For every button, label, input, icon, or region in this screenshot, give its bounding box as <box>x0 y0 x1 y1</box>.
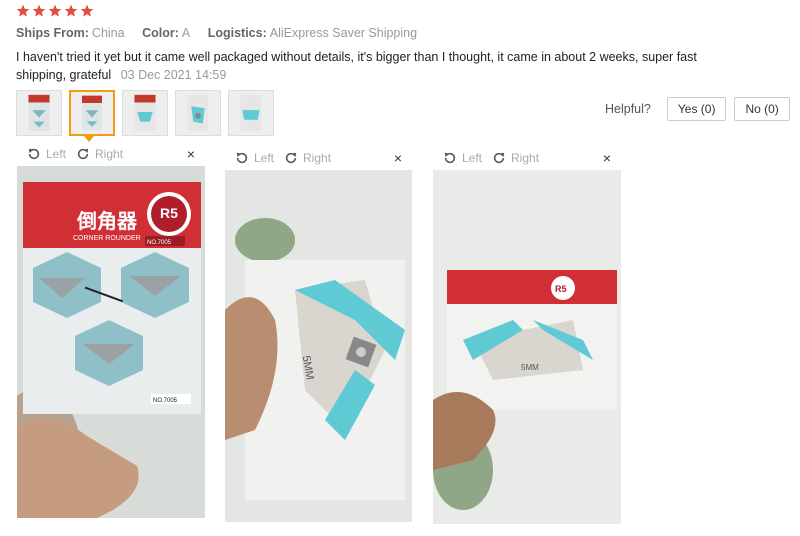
rating-stars <box>16 4 94 18</box>
image-viewer-2: Left Right × 5MM <box>225 148 412 522</box>
package-model-bottom: NO.7005 <box>153 398 178 404</box>
review-photo-2: 5MM <box>225 170 412 522</box>
thumbnail-strip <box>16 90 274 136</box>
rotate-left-button[interactable]: Left <box>27 147 66 161</box>
viewer-toolbar: Left Right × <box>225 148 412 168</box>
rotate-left-button[interactable]: Left <box>443 151 482 165</box>
image-viewer-1: Left Right × 倒角器 CORNER ROUNDER R5 NO.70… <box>17 144 205 518</box>
thumbnail-image <box>229 91 273 135</box>
thumbnail-image <box>176 91 220 135</box>
viewer-toolbar: Left Right × <box>433 148 621 168</box>
helpful-label: Helpful? <box>605 102 651 116</box>
viewer-toolbar: Left Right × <box>17 144 205 164</box>
thumbnail-1[interactable] <box>16 90 62 136</box>
rotate-right-button[interactable]: Right <box>492 151 539 165</box>
rotate-right-label: Right <box>511 151 540 165</box>
thumbnail-image <box>17 91 61 135</box>
review-photo-3: R5 5MM <box>433 170 621 524</box>
rotate-left-icon <box>444 152 456 164</box>
thumbnail-2[interactable] <box>69 90 115 136</box>
rotate-right-icon <box>493 152 505 164</box>
color-value: A <box>181 26 191 40</box>
rotate-left-label: Left <box>462 151 483 165</box>
close-icon[interactable]: × <box>603 150 611 166</box>
review-meta: Ships From: China Color: A Logistics: AliEx… <box>16 26 431 40</box>
package-brand-en: CORNER ROUNDER <box>73 235 141 242</box>
rotate-left-icon <box>236 152 248 164</box>
review-text: I haven't tried it yet but it came well … <box>16 50 697 82</box>
thumbnail-image <box>123 91 167 135</box>
helpful-yes-button[interactable]: Yes (0) <box>666 97 727 121</box>
rotate-left-label: Left <box>254 151 275 165</box>
package-badge-3: R5 <box>555 284 567 294</box>
star-icon <box>32 4 46 17</box>
color-label: Color: <box>142 26 179 40</box>
logistics-label: Logistics: <box>207 26 267 40</box>
blade-size-label-3: 5MM <box>521 363 539 372</box>
package-brand-cn: 倒角器 <box>76 209 138 233</box>
star-icon <box>48 4 62 17</box>
star-icon <box>64 4 78 17</box>
helpful-no-button[interactable]: No (0) <box>734 97 790 121</box>
logistics-value: AliExpress Saver Shipping <box>269 26 418 40</box>
review-photo-1: 倒角器 CORNER ROUNDER R5 NO.7005 NO.7005 <box>17 166 205 518</box>
star-icon <box>80 4 94 17</box>
rotate-right-icon <box>285 152 297 164</box>
rotate-left-icon <box>28 148 40 160</box>
ships-from-value: China <box>91 26 125 40</box>
thumbnail-5[interactable] <box>228 90 274 136</box>
rotate-left-button[interactable]: Left <box>235 151 274 165</box>
close-icon[interactable]: × <box>187 146 195 162</box>
ships-from-label: Ships From: <box>16 26 89 40</box>
thumbnail-image <box>71 92 113 134</box>
selected-thumbnail-caret <box>84 136 94 142</box>
helpful-controls: Helpful? Yes (0) No (0) <box>605 97 790 121</box>
rotate-left-label: Left <box>46 147 67 161</box>
close-icon[interactable]: × <box>394 150 402 166</box>
review-body: I haven't tried it yet but it came well … <box>16 48 716 84</box>
thumbnail-4[interactable] <box>175 90 221 136</box>
image-viewer-3: Left Right × R5 5MM <box>433 148 621 524</box>
package-badge: R5 <box>160 205 178 221</box>
rotate-right-icon <box>77 148 89 160</box>
rotate-right-button[interactable]: Right <box>76 147 123 161</box>
rotate-right-label: Right <box>303 151 332 165</box>
package-model-top: NO.7005 <box>147 240 172 246</box>
thumbnail-3[interactable] <box>122 90 168 136</box>
rotate-right-label: Right <box>95 147 124 161</box>
review-date: 03 Dec 2021 14:59 <box>120 68 227 82</box>
rotate-right-button[interactable]: Right <box>284 151 331 165</box>
star-icon <box>16 4 30 17</box>
